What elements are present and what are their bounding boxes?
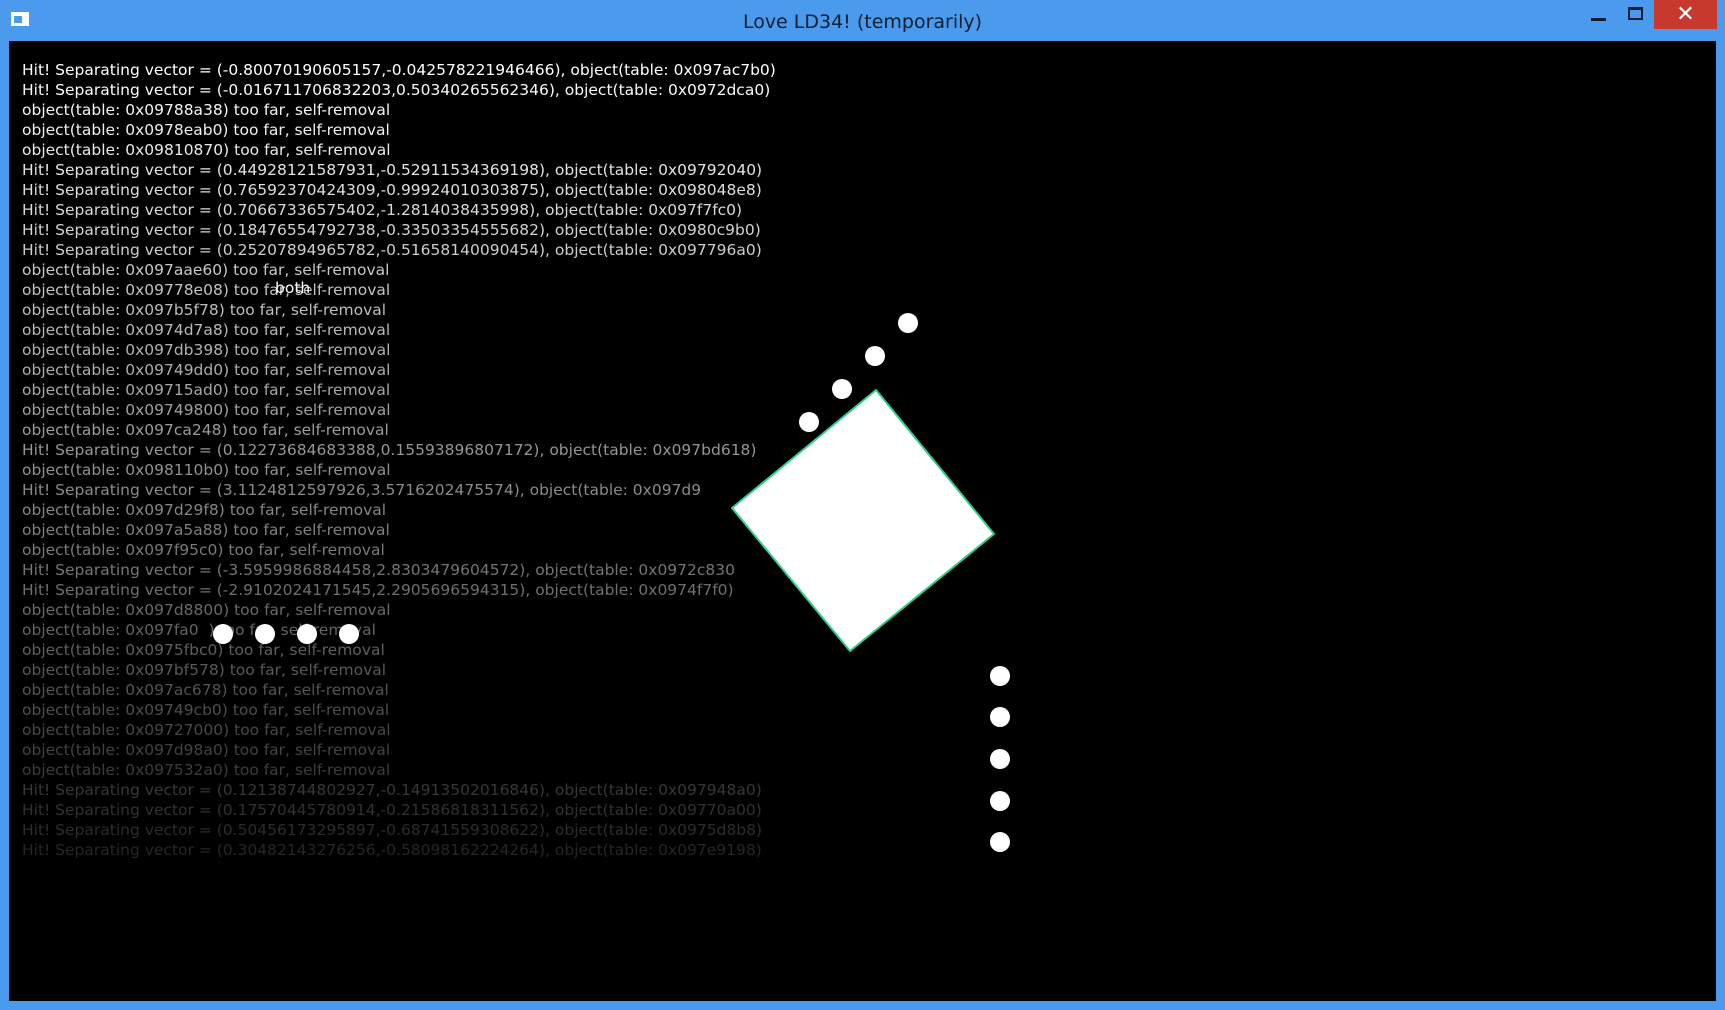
bullet [990, 749, 1010, 769]
maximize-button[interactable] [1618, 0, 1654, 30]
game-window: Love LD34! (temporarily) ✕ Hit! Separati… [0, 0, 1725, 1010]
bullet [799, 412, 819, 432]
player-square [730, 388, 996, 653]
bullet [990, 832, 1010, 852]
bullet [865, 346, 885, 366]
bullet [898, 313, 918, 333]
bullet [339, 624, 359, 644]
bullet [990, 666, 1010, 686]
close-button[interactable]: ✕ [1654, 0, 1717, 29]
minimize-button[interactable] [1580, 0, 1618, 30]
bullet [213, 624, 233, 644]
game-canvas[interactable]: Hit! Separating vector = (-0.80070190605… [9, 41, 1716, 1001]
maximize-icon [1628, 7, 1643, 20]
bullet [297, 624, 317, 644]
bullet [255, 624, 275, 644]
bullet [990, 707, 1010, 727]
close-icon: ✕ [1676, 2, 1695, 27]
minimize-icon [1591, 18, 1606, 21]
window-title: Love LD34! (temporarily) [742, 11, 983, 33]
title-bar[interactable]: Love LD34! (temporarily) ✕ [0, 0, 1725, 41]
bullet [832, 379, 852, 399]
game-scene [213, 313, 1010, 852]
bullet [990, 791, 1010, 811]
